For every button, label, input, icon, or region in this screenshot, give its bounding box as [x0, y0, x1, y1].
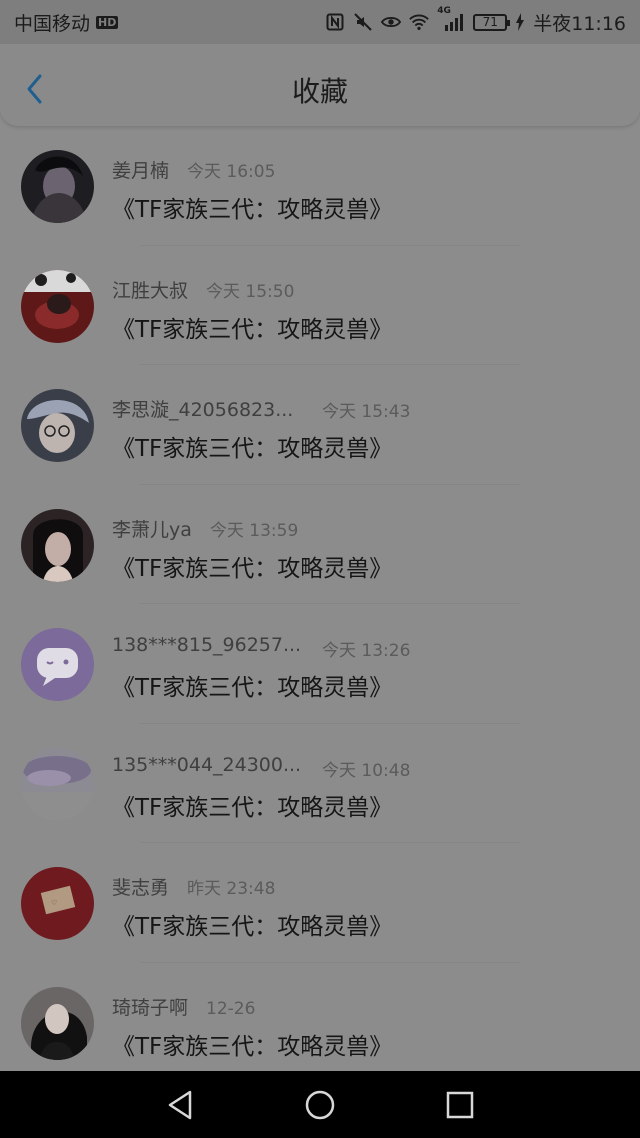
author-name: 138***815_96257...	[112, 634, 302, 656]
list-item[interactable]: 姜月楠 今天 16:05 《TF家族三代：攻略灵兽》	[0, 126, 640, 246]
header-bar: 收藏	[0, 44, 640, 126]
author-name: 姜月楠	[112, 160, 170, 182]
avatar	[21, 150, 94, 223]
item-title: 《TF家族三代：攻略灵兽》	[112, 914, 393, 940]
wifi-icon	[409, 12, 429, 32]
page-title: 收藏	[291, 75, 348, 108]
avatar	[21, 986, 94, 1060]
timestamp: 12-26	[206, 998, 256, 1019]
item-title: 《TF家族三代：攻略灵兽》	[112, 1033, 393, 1060]
timestamp: 今天 10:48	[322, 760, 411, 781]
timestamp: 今天 15:43	[322, 402, 411, 422]
author-name: 江胜大叔	[112, 279, 189, 302]
clock: 半夜11:16	[533, 12, 626, 35]
avatar	[21, 389, 94, 462]
circle-home-icon	[305, 1090, 335, 1119]
status-bar: 中国移动 HD 4G 71 半夜11:16	[0, 0, 640, 44]
list-item[interactable]: 李思漩_42056823... 今天 15:43 《TF家族三代：攻略灵兽》	[0, 365, 640, 485]
avatar	[21, 747, 94, 821]
timestamp: 今天 16:05	[187, 162, 276, 182]
battery-icon: 71	[473, 13, 511, 31]
timestamp: 昨天 23:48	[187, 879, 276, 899]
system-nav-bar	[0, 1071, 640, 1138]
author-name: 李萧儿ya	[112, 518, 192, 541]
item-title: 《TF家族三代：攻略灵兽》	[112, 675, 393, 701]
list-item[interactable]: 琦琦子啊 12-26 《TF家族三代：攻略灵兽》	[0, 963, 640, 1083]
author-name: 斐志勇	[112, 877, 170, 899]
list-item[interactable]: 李萧儿ya 今天 13:59 《TF家族三代：攻略灵兽》	[0, 485, 640, 604]
author-name: 李思漩_42056823...	[112, 399, 294, 421]
list-item[interactable]: ♡ 斐志勇 昨天 23:48 《TF家族三代：攻略灵兽》	[0, 843, 640, 963]
timestamp: 今天 15:50	[206, 281, 295, 302]
battery-level: 71	[482, 15, 498, 29]
triangle-back-icon	[168, 1090, 192, 1119]
item-title: 《TF家族三代：攻略灵兽》	[112, 197, 393, 223]
timestamp: 今天 13:26	[322, 641, 411, 661]
mute-icon	[353, 12, 373, 32]
item-title: 《TF家族三代：攻略灵兽》	[112, 794, 393, 821]
list-item[interactable]: 135***044_24300... 今天 10:48 《TF家族三代：攻略灵兽…	[0, 724, 640, 843]
hd-badge: HD	[96, 15, 119, 29]
timestamp: 今天 13:59	[209, 520, 299, 541]
avatar	[21, 628, 94, 701]
eye-comfort-icon	[381, 12, 402, 32]
svg-text:♡: ♡	[51, 899, 57, 907]
carrier-label: 中国移动	[14, 12, 91, 35]
nav-recents-button[interactable]	[440, 1085, 480, 1125]
author-name: 135***044_24300...	[112, 753, 302, 776]
nfc-icon	[325, 12, 345, 32]
list-item[interactable]: 江胜大叔 今天 15:50 《TF家族三代：攻略灵兽》	[0, 246, 640, 365]
charging-icon	[515, 12, 525, 32]
square-recents-icon	[446, 1091, 474, 1118]
avatar	[21, 269, 94, 343]
item-title: 《TF家族三代：攻略灵兽》	[112, 555, 393, 582]
nav-back-button[interactable]	[160, 1085, 200, 1125]
avatar: ♡	[21, 867, 94, 940]
author-name: 琦琦子啊	[112, 996, 189, 1019]
signal-icon: 4G	[437, 6, 465, 32]
item-title: 《TF家族三代：攻略灵兽》	[112, 316, 393, 343]
item-title: 《TF家族三代：攻略灵兽》	[112, 436, 393, 462]
list-item[interactable]: 138***815_96257... 今天 13:26 《TF家族三代：攻略灵兽…	[0, 604, 640, 724]
avatar	[21, 508, 94, 582]
nav-home-button[interactable]	[300, 1085, 340, 1125]
network-type-label: 4G	[437, 6, 451, 16]
favorites-list: 姜月楠 今天 16:05 《TF家族三代：攻略灵兽》 江胜大叔 今天 15:50…	[0, 126, 640, 1082]
